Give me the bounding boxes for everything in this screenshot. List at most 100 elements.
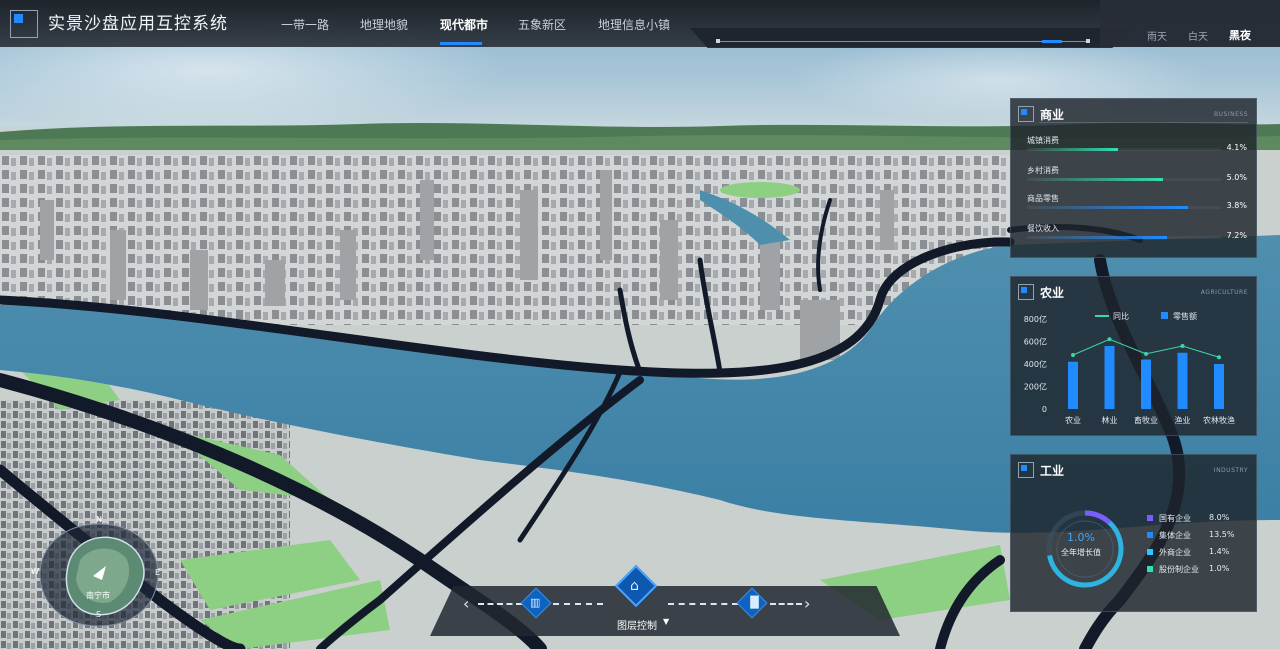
industry-legend-item: 外商企业 1.4% bbox=[1147, 547, 1247, 559]
agriculture-panel: 农业 AGRICULTURE 同比 零售额 800亿 600亿 400亿 200亿 0 农… bbox=[1010, 276, 1257, 436]
legend-swatch bbox=[1147, 515, 1153, 521]
line-point-农林牧渔 bbox=[1217, 355, 1221, 360]
agriculture-icon bbox=[1018, 284, 1034, 300]
legend-label: 股份制企业 bbox=[1159, 565, 1199, 574]
industry-legend-item: 股份制企业 1.0% bbox=[1147, 564, 1247, 576]
business-header-divider bbox=[1039, 122, 1248, 123]
layer-prev-arrow-icon[interactable]: ‹ bbox=[463, 594, 469, 613]
business-icon bbox=[1018, 106, 1034, 122]
layer-dash-mid-left bbox=[553, 603, 603, 605]
y-tick-label: 600亿 bbox=[1024, 337, 1047, 347]
legend-value: 1.0% bbox=[1209, 564, 1230, 573]
business-row-label: 乡村消费 bbox=[1027, 166, 1059, 175]
business-row-value: 7.2% bbox=[1226, 231, 1247, 240]
x-tick-label: 林业 bbox=[1102, 415, 1118, 425]
business-row-label: 商品零售 bbox=[1027, 194, 1059, 203]
business-row-track bbox=[1027, 236, 1221, 239]
mode-day-button[interactable]: 白天 bbox=[1188, 28, 1208, 43]
agriculture-panel-header: 农业 AGRICULTURE bbox=[1011, 277, 1256, 301]
compass-north-label: N bbox=[96, 515, 102, 524]
bar-畜牧业 bbox=[1141, 359, 1151, 409]
line-point-畜牧业 bbox=[1144, 351, 1148, 356]
layer-next-arrow-icon[interactable]: › bbox=[804, 594, 810, 613]
business-title: 商业 bbox=[1040, 108, 1065, 122]
x-tick-label: 农业 bbox=[1065, 415, 1081, 425]
nav-item-modern-city[interactable]: 现代都市 bbox=[440, 16, 488, 33]
legend-value: 8.0% bbox=[1209, 513, 1230, 522]
x-tick-label: 渔业 bbox=[1175, 415, 1191, 425]
chevron-down-icon[interactable]: ▼ bbox=[663, 617, 669, 626]
app-title: 实景沙盘应用互控系统 bbox=[48, 14, 228, 34]
legend-label: 国有企业 bbox=[1159, 514, 1191, 523]
top-progress-track bbox=[718, 41, 1088, 42]
mode-rainy-button[interactable]: 雨天 bbox=[1147, 28, 1167, 43]
bar-渔业 bbox=[1177, 352, 1188, 409]
nav-item-landform[interactable]: 地理地貌 bbox=[360, 16, 408, 33]
line-point-农业 bbox=[1071, 353, 1075, 357]
business-row-value: 3.8% bbox=[1226, 201, 1247, 210]
city-icon: ⌂ bbox=[630, 578, 639, 594]
y-tick-label: 400亿 bbox=[1024, 359, 1047, 369]
agriculture-chart: 800亿 600亿 400亿 200亿 0 农业 林业 畜牧业 渔业 农林牧渔 bbox=[1024, 314, 1235, 425]
layer-dash-right bbox=[770, 603, 802, 605]
nav-item-wuxiang-new-area[interactable]: 五象新区 bbox=[518, 16, 566, 33]
industry-ring-label: 全年增长值 bbox=[1061, 548, 1101, 557]
business-panel-header: 商业 BUSINESS bbox=[1011, 99, 1256, 123]
legend-value: 13.5% bbox=[1209, 530, 1235, 539]
business-panel: 商业 BUSINESS 城镇消费 4.1% 乡村消费 5.0% 商品零售 3.8% 餐饮收入… bbox=[1010, 98, 1257, 258]
line-point-渔业 bbox=[1180, 344, 1185, 348]
industry-subtitle: INDUSTRY bbox=[1213, 467, 1248, 474]
nav-item-geo-info-town[interactable]: 地理信息小镇 bbox=[598, 16, 670, 33]
business-row-bar bbox=[1027, 206, 1189, 209]
business-row-track bbox=[1027, 148, 1221, 151]
industry-title: 工业 bbox=[1040, 464, 1065, 478]
agriculture-title: 农业 bbox=[1040, 286, 1065, 300]
compass-west-label: W bbox=[31, 567, 39, 576]
building-icon: ▥ bbox=[530, 596, 541, 609]
industry-panel: 工业 INDUSTRY 1.0% 全年增长值 国有企业 8.0% 集体企业 13.5%… bbox=[1010, 454, 1257, 612]
y-tick-label: 200亿 bbox=[1024, 382, 1047, 392]
top-progress-end-dot bbox=[1086, 39, 1090, 43]
y-tick-label: 800亿 bbox=[1024, 314, 1047, 324]
layer-dash-mid-right bbox=[668, 603, 738, 605]
y-tick-label: 0 bbox=[1042, 405, 1047, 414]
minimap-city-label: 南宁市 bbox=[86, 591, 110, 600]
nav-active-indicator bbox=[440, 42, 482, 45]
business-row-value: 5.0% bbox=[1226, 173, 1247, 182]
line-point-林业 bbox=[1107, 337, 1112, 342]
industry-ring-chart bbox=[1046, 510, 1124, 588]
legend-swatch bbox=[1147, 566, 1153, 572]
business-row-bar bbox=[1027, 178, 1163, 181]
legend-swatch bbox=[1147, 532, 1153, 538]
top-progress-marker bbox=[1042, 40, 1062, 43]
business-row: 餐饮收入 7.2% bbox=[1027, 223, 1247, 247]
legend-label: 外商企业 bbox=[1159, 548, 1191, 557]
business-row-label: 城镇消费 bbox=[1027, 136, 1059, 145]
industry-icon bbox=[1018, 462, 1034, 478]
industry-ring-value: 1.0% bbox=[1067, 531, 1095, 544]
layer-dash-left bbox=[478, 603, 522, 605]
top-progress-start-dot bbox=[716, 39, 720, 43]
bar-农业 bbox=[1068, 361, 1078, 409]
legend-value: 1.4% bbox=[1209, 547, 1230, 556]
legend-swatch bbox=[1147, 549, 1153, 555]
business-row: 乡村消费 5.0% bbox=[1027, 165, 1247, 189]
layer-control-bar bbox=[430, 586, 900, 636]
compass-south-label: S bbox=[96, 610, 102, 619]
bar-农林牧渔 bbox=[1214, 364, 1224, 409]
nav-item-belt-and-road[interactable]: 一带一路 bbox=[281, 16, 329, 33]
business-row-bar bbox=[1027, 148, 1119, 151]
industry-legend-item: 国有企业 8.0% bbox=[1147, 513, 1247, 525]
mode-night-button[interactable]: 黑夜 bbox=[1229, 27, 1251, 43]
compass-east-label: E bbox=[155, 568, 161, 577]
top-progress-wedge bbox=[690, 28, 1130, 48]
bar-chart-icon: ▐▌ bbox=[746, 596, 763, 609]
business-row-label: 餐饮收入 bbox=[1027, 224, 1059, 233]
business-subtitle: BUSINESS bbox=[1214, 111, 1248, 118]
bar-林业 bbox=[1104, 346, 1115, 409]
business-row-track bbox=[1027, 206, 1221, 209]
business-row-value: 4.1% bbox=[1226, 143, 1247, 152]
app-logo-icon bbox=[10, 10, 38, 38]
layer-control-label[interactable]: 图层控制 bbox=[617, 617, 657, 632]
x-tick-label: 农林牧渔 bbox=[1203, 415, 1235, 425]
